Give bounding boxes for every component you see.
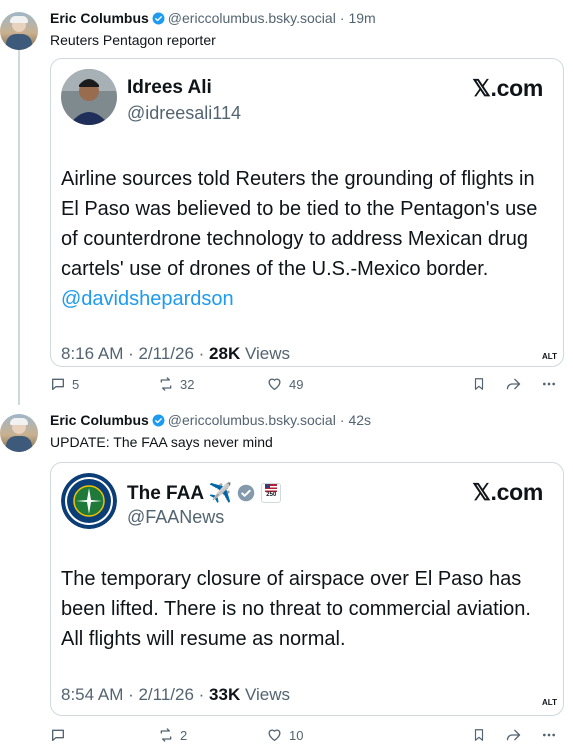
embed-views-count: 28K	[209, 344, 241, 363]
embed-meta: 8:54 AM · 2/11/26 · 33K Views	[61, 685, 290, 705]
embed-author-handle: @idreesali114	[127, 103, 242, 123]
author-handle[interactable]: @ericcolumbus.bsky.social	[168, 10, 336, 26]
like-count: 49	[289, 376, 304, 392]
thread-line	[18, 50, 20, 405]
embed-meta: 8:16 AM · 2/11/26 · 28K Views	[61, 344, 290, 364]
verified-badge-icon	[152, 12, 165, 24]
more-icon	[543, 382, 555, 386]
alt-badge[interactable]: ALT	[542, 352, 557, 361]
post-header: Eric Columbus @ericcolumbus.bsky.social …	[50, 10, 376, 26]
repost-count: 32	[180, 376, 195, 392]
embed-avatar	[61, 473, 117, 529]
share-button[interactable]	[505, 727, 522, 743]
post-time[interactable]: 42s	[348, 412, 371, 428]
mention-link[interactable]: @davidshepardson	[61, 288, 234, 310]
post-1: Eric Columbus @ericcolumbus.bsky.social …	[0, 0, 573, 405]
more-options-button[interactable]	[540, 376, 558, 392]
embed-views-count: 33K	[209, 685, 241, 704]
post-text: UPDATE: The FAA says never mind	[50, 434, 273, 450]
bookmark-icon	[474, 729, 484, 741]
embed-text: Airline sources told Reuters the groundi…	[61, 164, 557, 314]
author-avatar[interactable]	[0, 12, 38, 50]
alt-badge[interactable]: ALT	[542, 698, 557, 707]
embed-text: The temporary closure of airspace over E…	[61, 568, 531, 650]
reply-icon	[52, 378, 64, 390]
reply-count: 5	[72, 376, 80, 392]
reply-icon	[52, 729, 64, 741]
embed-timestamp: 8:54 AM · 2/11/26 ·	[61, 685, 210, 704]
repost-button[interactable]: 32	[158, 376, 194, 392]
embed-avatar	[61, 69, 117, 125]
embed-author-name: Idrees Ali	[127, 77, 212, 98]
affiliate-badge: 250	[261, 483, 282, 503]
post-actions: 5 32 49	[50, 376, 562, 396]
embed-author-name-text: The FAA ✈️	[127, 483, 233, 504]
embed-text-body: Airline sources told Reuters the groundi…	[61, 168, 538, 280]
bookmark-button[interactable]	[472, 376, 486, 392]
bookmark-icon	[474, 378, 484, 390]
reply-button[interactable]	[50, 727, 72, 743]
reply-button[interactable]: 5	[50, 376, 79, 392]
post-time[interactable]: 19m	[348, 10, 375, 26]
embed-timestamp: 8:16 AM · 2/11/26 ·	[61, 344, 210, 363]
share-icon	[506, 729, 521, 741]
repost-icon	[160, 377, 172, 391]
post-actions: 2 10	[50, 727, 562, 747]
post-text: Reuters Pentagon reporter	[50, 32, 216, 48]
repost-button[interactable]: 2	[158, 727, 187, 743]
author-handle[interactable]: @ericcolumbus.bsky.social	[168, 412, 336, 428]
bookmark-button[interactable]	[472, 727, 486, 743]
flag-icon	[265, 484, 278, 492]
author-avatar[interactable]	[0, 414, 38, 452]
like-icon	[268, 729, 281, 741]
embed-views-label: Views	[240, 685, 290, 704]
post-2: Eric Columbus @ericcolumbus.bsky.social …	[0, 402, 573, 754]
verified-badge-icon	[152, 414, 165, 426]
x-com-logo: 𝕏.com	[472, 75, 543, 101]
x-com-logo: 𝕏.com	[472, 479, 543, 505]
embedded-post-card[interactable]: The FAA ✈️ 250 @FAANews 𝕏.com The tempor…	[50, 462, 564, 716]
embedded-post-card[interactable]: Idrees Ali @idreesali114 𝕏.com Airline s…	[50, 58, 564, 367]
more-icon	[543, 733, 555, 737]
embed-author-name: The FAA ✈️ 250	[127, 481, 282, 505]
gray-verified-badge-icon	[238, 484, 255, 502]
more-options-button[interactable]	[540, 727, 558, 743]
affiliate-badge-text: 250	[266, 492, 277, 498]
embed-views-label: Views	[240, 344, 290, 363]
repost-icon	[160, 728, 172, 742]
repost-count: 2	[180, 727, 188, 743]
like-count: 10	[289, 727, 304, 743]
like-button[interactable]: 49	[266, 376, 303, 392]
like-button[interactable]: 10	[266, 727, 303, 743]
author-name[interactable]: Eric Columbus	[50, 10, 149, 26]
author-name[interactable]: Eric Columbus	[50, 412, 149, 428]
share-icon	[506, 378, 521, 390]
embed-author-handle: @FAANews	[127, 507, 225, 527]
separator-dot: ·	[339, 10, 345, 26]
separator-dot: ·	[339, 412, 345, 428]
share-button[interactable]	[505, 376, 522, 392]
like-icon	[268, 378, 281, 390]
post-header: Eric Columbus @ericcolumbus.bsky.social …	[50, 412, 371, 428]
